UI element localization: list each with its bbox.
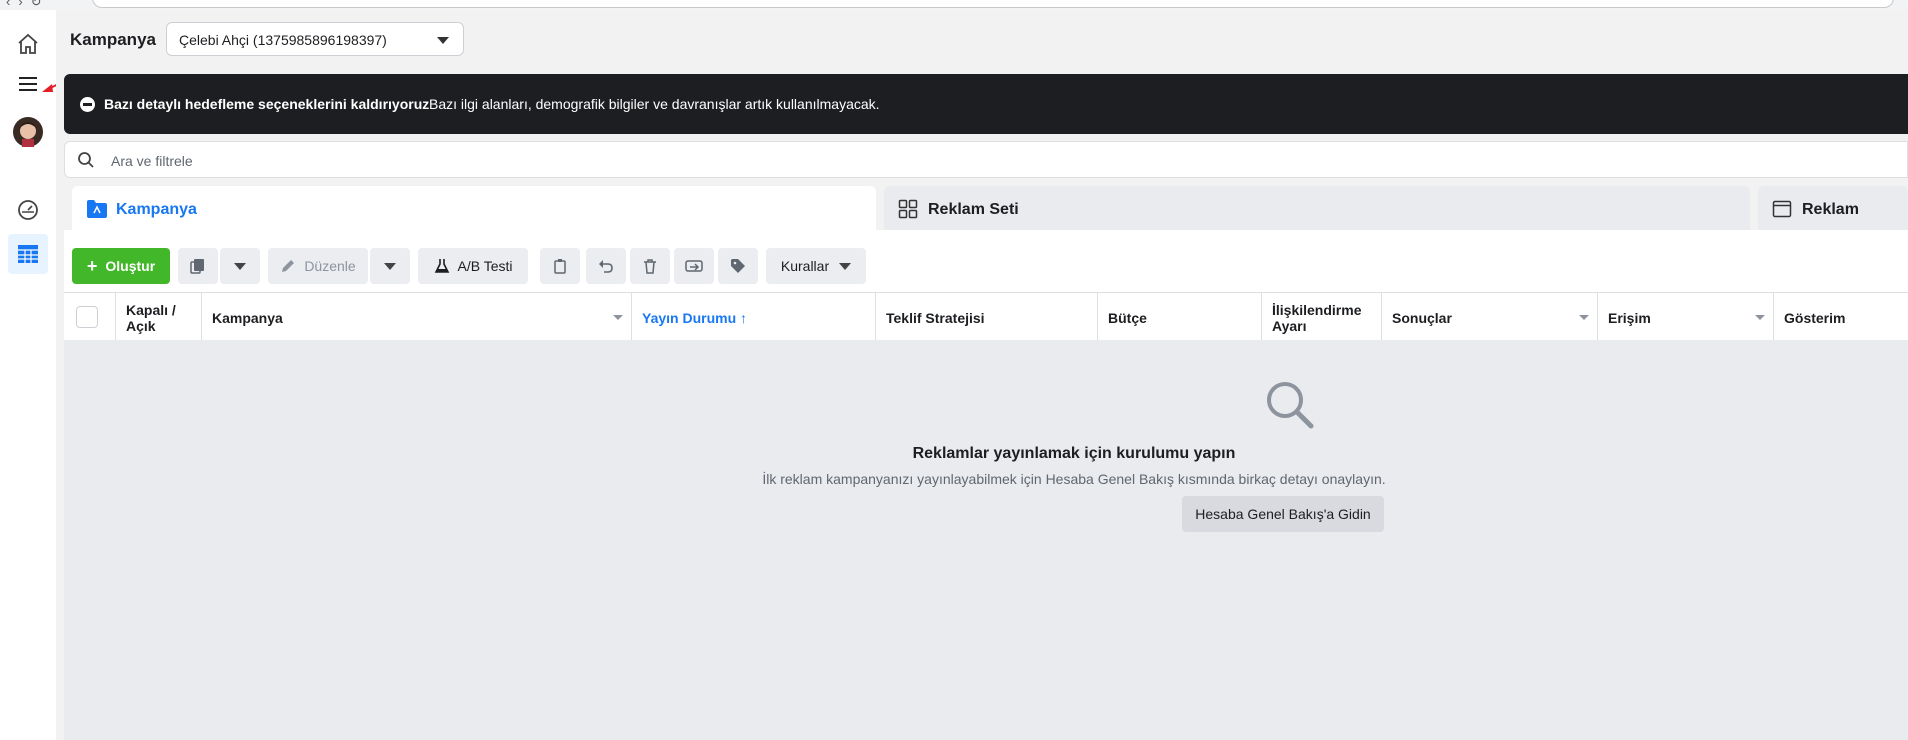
column-results[interactable]: Sonuçlar — [1382, 293, 1598, 341]
home-icon[interactable] — [12, 28, 44, 60]
empty-state: Reklamlar yayınlamak için kurulumu yapın… — [64, 340, 1908, 740]
magnifier-icon — [1267, 382, 1314, 429]
create-button[interactable]: + Oluştur — [72, 248, 170, 284]
tab-label: Reklam Seti — [928, 201, 1019, 218]
tab-kampanya[interactable]: Kampanya — [72, 186, 876, 230]
column-impressions[interactable]: Gösterim — [1774, 293, 1908, 341]
create-button-label: Oluştur — [105, 258, 156, 274]
duplicate-icon — [190, 259, 204, 274]
edit-dropdown-button[interactable] — [370, 248, 410, 284]
avatar[interactable] — [12, 116, 44, 148]
search-icon — [78, 152, 94, 168]
column-label: Bütçe — [1108, 310, 1147, 326]
tag-icon — [731, 259, 745, 273]
search-bar[interactable] — [64, 141, 1908, 178]
left-nav-rail — [0, 10, 57, 740]
column-delivery[interactable]: Yayın Durumu ↑ — [632, 293, 876, 341]
ads-manager-table-icon[interactable] — [8, 234, 48, 274]
account-selector[interactable]: Çelebi Ahçi (1375985896198397) — [166, 22, 464, 56]
chevron-down-icon — [839, 262, 852, 270]
column-label: Gösterim — [1784, 310, 1846, 326]
column-reach[interactable]: Erişim — [1598, 293, 1774, 341]
column-on-off[interactable]: Kapalı / Açık — [116, 293, 202, 341]
export-icon — [685, 260, 703, 272]
window-icon — [1772, 200, 1792, 218]
column-campaign[interactable]: Kampanya — [202, 293, 632, 341]
account-selector-value: Çelebi Ahçi (1375985896198397) — [179, 32, 387, 48]
column-label: Teklif Stratejisi — [886, 310, 985, 326]
select-all-cell — [64, 293, 116, 341]
column-attribution[interactable]: İlişkilendirme Ayarı — [1262, 293, 1382, 341]
rules-button-label: Kurallar — [780, 258, 830, 274]
tag-button[interactable] — [718, 248, 758, 284]
duplicate-button[interactable] — [178, 248, 218, 284]
clipboard-icon — [554, 259, 566, 274]
tab-label: Reklam — [1802, 201, 1859, 218]
duplicate-dropdown-button[interactable] — [220, 248, 260, 284]
column-label: Kampanya — [212, 310, 283, 326]
column-label: Sonuçlar — [1392, 310, 1452, 326]
ads-manager-main: Kampanya Çelebi Ahçi (1375985896198397) … — [56, 10, 1908, 740]
folder-icon — [87, 200, 107, 218]
table-header: Kapalı / Açık Kampanya Yayın Durumu ↑ Te… — [64, 292, 1908, 342]
column-menu-icon[interactable] — [1579, 315, 1589, 320]
banner-message: Bazı ilgi alanları, demografik bilgiler … — [429, 96, 880, 112]
undo-button[interactable] — [586, 248, 626, 284]
chevron-down-icon — [234, 262, 246, 270]
pencil-icon — [282, 260, 295, 272]
rules-button[interactable]: Kurallar — [766, 248, 866, 284]
flask-icon — [434, 259, 449, 273]
column-budget[interactable]: Bütçe — [1098, 293, 1262, 341]
performance-gauge-icon[interactable] — [12, 194, 44, 226]
browser-nav-icons[interactable]: ‹›↻ — [6, 0, 50, 10]
tab-reklam-seti[interactable]: Reklam Seti — [884, 186, 1750, 230]
page-header: Kampanya Çelebi Ahçi (1375985896198397) — [56, 10, 1908, 72]
clipboard-button[interactable] — [540, 248, 580, 284]
undo-icon — [599, 260, 613, 273]
column-label: Erişim — [1608, 310, 1651, 326]
search-input[interactable] — [109, 148, 713, 174]
column-menu-icon[interactable] — [1755, 315, 1765, 320]
column-label: Yayın Durumu ↑ — [642, 310, 748, 326]
banner-title: Bazı detaylı hedefleme seçeneklerini kal… — [104, 96, 430, 112]
delete-button[interactable] — [630, 248, 670, 284]
column-menu-icon[interactable] — [613, 315, 623, 320]
empty-state-subtitle: İlk reklam kampanyanızı yayınlayabilmek … — [762, 471, 1386, 487]
trash-icon — [644, 259, 656, 274]
edit-button-label: Düzenle — [304, 258, 356, 274]
column-label: İlişkilendirme Ayarı — [1272, 302, 1362, 334]
column-bid-strategy[interactable]: Teklif Stratejisi — [876, 293, 1098, 341]
tab-reklam[interactable]: Reklam — [1758, 186, 1908, 230]
ab-test-button-label: A/B Testi — [457, 258, 513, 274]
export-button[interactable] — [674, 248, 714, 284]
address-bar[interactable] — [92, 0, 1894, 8]
grid-icon — [898, 199, 918, 219]
tab-label: Kampanya — [116, 201, 197, 218]
edit-button[interactable]: Düzenle — [268, 248, 368, 284]
minus-circle-icon — [80, 97, 95, 112]
action-toolbar: + Oluştur Düzenle A/B Testi Kurallar — [64, 230, 1908, 292]
select-all-checkbox[interactable] — [76, 306, 98, 328]
page-title: Kampanya — [70, 30, 156, 49]
empty-state-title: Reklamlar yayınlamak için kurulumu yapın — [912, 445, 1236, 462]
account-overview-button[interactable]: Hesaba Genel Bakış'a Gidin — [1182, 496, 1384, 532]
campaign-panel: + Oluştur Düzenle A/B Testi Kurallar Kap… — [64, 230, 1908, 740]
chevron-down-icon — [437, 37, 449, 44]
ab-test-button[interactable]: A/B Testi — [418, 248, 528, 284]
column-label: Kapalı / Açık — [126, 302, 176, 334]
plus-icon: + — [86, 255, 98, 276]
chevron-down-icon — [384, 262, 396, 270]
notice-banner: Bazı detaylı hedefleme seçeneklerini kal… — [64, 74, 1908, 134]
